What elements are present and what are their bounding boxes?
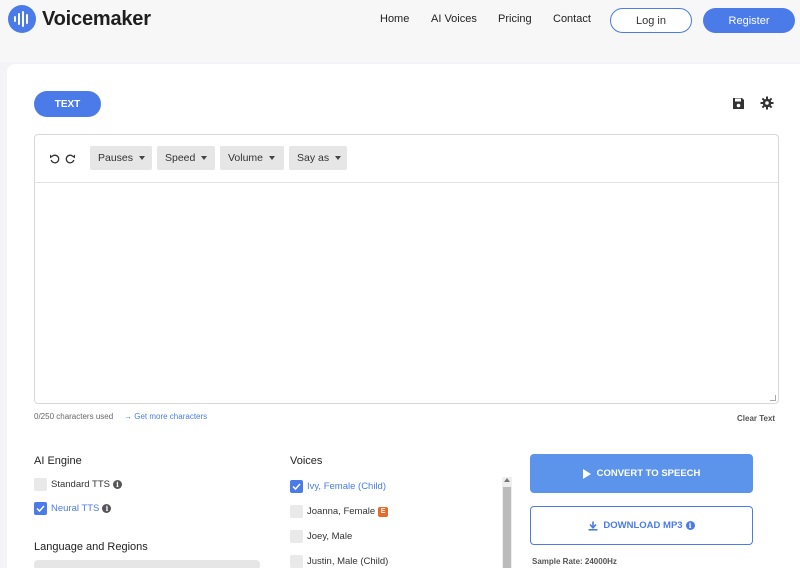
engine-label: Neural TTS (51, 503, 100, 514)
waveform-logo-icon (8, 5, 36, 33)
caret-down-icon (269, 156, 276, 160)
clear-text-button[interactable]: Clear Text (737, 414, 775, 423)
voice-item[interactable]: Justin, Male (Child) (290, 555, 388, 568)
caret-down-icon (201, 156, 208, 160)
caret-down-icon (335, 156, 342, 160)
voice-label: Joey, Male (307, 531, 353, 542)
voice-label: Justin, Male (Child) (307, 556, 389, 567)
voice-item[interactable]: Joey, Male (290, 530, 352, 543)
language-title: Language and Regions (34, 541, 148, 553)
play-icon (582, 468, 591, 479)
engine-neural-option[interactable]: Neural TTS i (34, 502, 112, 515)
check-icon (292, 483, 301, 491)
login-button[interactable]: Log in (610, 8, 692, 33)
nav-home[interactable]: Home (380, 13, 409, 25)
volume-dropdown[interactable]: Volume (220, 146, 284, 170)
checkbox[interactable] (34, 478, 47, 491)
top-header: Voicemaker Home AI Voices Pricing Contac… (0, 0, 800, 62)
undo-icon[interactable] (49, 153, 60, 164)
download-label: DOWNLOAD MP3 (603, 520, 683, 531)
register-button[interactable]: Register (703, 8, 795, 33)
caret-down-icon (139, 156, 146, 160)
convert-to-speech-button[interactable]: CONVERT TO SPEECH (530, 454, 753, 493)
logo[interactable]: Voicemaker (8, 5, 151, 33)
language-select[interactable] (34, 560, 260, 568)
gear-icon[interactable] (760, 96, 774, 110)
ai-engine-title: AI Engine (34, 455, 82, 467)
check-icon (36, 505, 45, 513)
nav-ai-voices[interactable]: AI Voices (431, 13, 477, 25)
speed-dropdown[interactable]: Speed (157, 146, 215, 170)
redo-icon[interactable] (65, 153, 76, 164)
say-as-dropdown[interactable]: Say as (289, 146, 347, 170)
voice-label: Joanna, Female (307, 506, 376, 517)
checkbox-checked[interactable] (34, 502, 47, 515)
arrow-right-icon: → (124, 412, 135, 421)
editor-toolbar: Pauses Speed Volume Say as (35, 135, 778, 183)
nav-contact[interactable]: Contact (553, 13, 591, 25)
download-mp3-button[interactable]: DOWNLOAD MP3 i (530, 506, 753, 545)
pauses-dropdown[interactable]: Pauses (90, 146, 152, 170)
engine-badge-icon: E (378, 506, 389, 517)
tab-text[interactable]: TEXT (34, 91, 101, 117)
sample-rate: Sample Rate: 24000Hz (532, 557, 617, 566)
voice-item[interactable]: Ivy, Female (Child) (290, 480, 386, 493)
convert-label: CONVERT TO SPEECH (596, 468, 701, 479)
download-icon (588, 521, 598, 531)
checkbox[interactable] (290, 530, 303, 543)
get-more-characters-link[interactable]: → Get more characters (124, 412, 207, 421)
say-as-label: Say as (297, 152, 330, 164)
text-editor: Pauses Speed Volume Say as (34, 134, 779, 404)
checkbox-checked[interactable] (290, 480, 303, 493)
engine-label: Standard TTS (51, 479, 110, 490)
nav-pricing[interactable]: Pricing (498, 13, 532, 25)
resize-handle[interactable] (770, 395, 776, 401)
voice-item[interactable]: Joanna, Female E (290, 505, 389, 518)
text-input[interactable] (35, 183, 778, 403)
engine-standard-option[interactable]: Standard TTS i (34, 478, 122, 491)
checkbox[interactable] (290, 505, 303, 518)
info-icon[interactable]: i (102, 504, 112, 513)
speed-label: Speed (165, 152, 196, 164)
pauses-label: Pauses (98, 152, 134, 164)
volume-label: Volume (228, 152, 264, 164)
info-icon[interactable]: i (685, 521, 695, 530)
char-count: 0/250 characters used (34, 412, 114, 421)
voices-scroll-thumb[interactable] (503, 487, 511, 568)
logo-text: Voicemaker (42, 7, 151, 30)
info-icon[interactable]: i (112, 480, 122, 489)
scroll-up-arrow-icon[interactable] (504, 478, 510, 482)
voices-title: Voices (290, 455, 323, 467)
save-icon[interactable] (732, 97, 745, 110)
voice-label: Ivy, Female (Child) (307, 481, 387, 492)
checkbox[interactable] (290, 555, 303, 568)
get-more-label: Get more characters (134, 412, 208, 421)
